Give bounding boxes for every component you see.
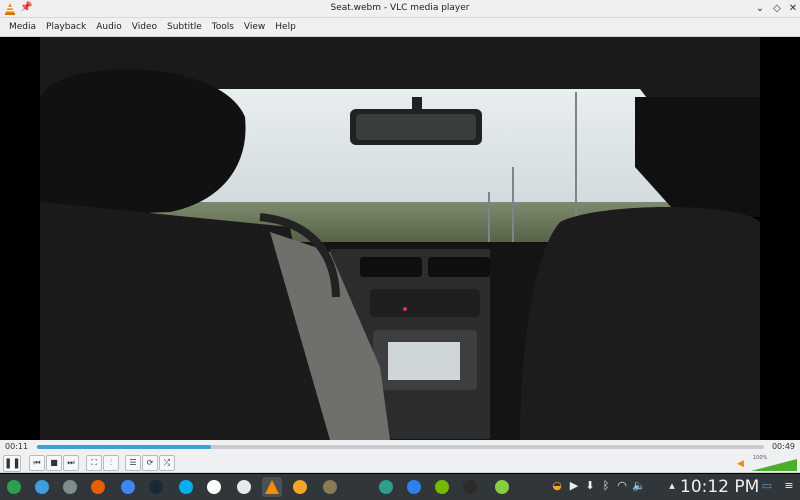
menu-media[interactable]: Media (4, 22, 41, 32)
video-frame (0, 37, 800, 440)
total-time: 00:49 (771, 442, 795, 451)
close-icon[interactable]: ✕ (785, 1, 800, 17)
weather-icon[interactable]: ◒ (550, 479, 564, 493)
volume-control[interactable]: ◀ 100% (737, 455, 799, 472)
video-display[interactable] (0, 37, 800, 440)
menu-playback[interactable]: Playback (41, 22, 91, 32)
menu-icon[interactable]: ≡ (782, 479, 796, 493)
bluetooth-icon[interactable]: ᛒ (599, 479, 613, 493)
desktop-icon[interactable]: ▭ (760, 479, 774, 493)
previous-icon[interactable]: ⏮ (29, 455, 45, 471)
nvidia-icon[interactable] (432, 477, 452, 497)
clock[interactable]: 10:12 PM (680, 477, 759, 497)
terminal-icon[interactable] (460, 477, 480, 497)
download-icon[interactable]: ⬇ (583, 479, 597, 493)
shuffle-icon[interactable]: ⤮ (159, 455, 175, 471)
mint-icon[interactable] (492, 477, 512, 497)
menu-video[interactable]: Video (127, 22, 162, 32)
menu-view[interactable]: View (239, 22, 270, 32)
speaker-icon[interactable]: ◀ (737, 459, 744, 469)
playlist-icon[interactable]: ☰ (125, 455, 141, 471)
files-icon[interactable] (60, 477, 80, 497)
volume-slider[interactable] (751, 458, 797, 472)
document-blocked-icon[interactable] (234, 477, 254, 497)
wifi-icon[interactable]: ◠ (615, 479, 629, 493)
document-icon[interactable] (204, 477, 224, 497)
minimize-icon[interactable]: ⌄ (752, 1, 768, 17)
menu-subtitle[interactable]: Subtitle (162, 22, 207, 32)
taskbar: ◒ ▶ ⬇ ᛒ ◠ 🔈 ▴ 10:12 PM ▭ ≡ (0, 474, 800, 500)
loop-icon[interactable]: ⟳ (142, 455, 158, 471)
elapsed-time: 00:11 (5, 442, 29, 451)
seek-progress (37, 445, 212, 449)
window-title: Seat.webm - VLC media player (330, 3, 470, 13)
skype-icon[interactable] (176, 477, 196, 497)
title-bar: 📌 Seat.webm - VLC media player ⌄ ◇ ✕ (0, 0, 800, 18)
fullscreen-icon[interactable]: ⛶ (86, 455, 102, 471)
vlc-icon[interactable] (262, 477, 282, 497)
pause-icon[interactable]: ❚❚ (3, 455, 21, 472)
menu-bar: Media Playback Audio Video Subtitle Tool… (0, 18, 800, 37)
maximize-icon[interactable]: ◇ (769, 1, 785, 17)
safari-icon[interactable] (404, 477, 424, 497)
volume-icon[interactable]: 🔈 (632, 479, 646, 493)
app-launcher-icon[interactable] (4, 477, 24, 497)
seek-bar-area: 00:11 00:49 (0, 440, 800, 454)
croissant-icon[interactable] (290, 477, 310, 497)
seek-slider[interactable] (37, 445, 764, 449)
menu-tools[interactable]: Tools (207, 22, 239, 32)
extended-settings-icon[interactable]: ⫶ (103, 455, 119, 471)
expand-tray-icon[interactable]: ▴ (665, 479, 679, 493)
dolphin-icon[interactable] (32, 477, 52, 497)
menu-help[interactable]: Help (270, 22, 301, 32)
stop-icon[interactable]: ■ (46, 455, 62, 471)
next-icon[interactable]: ⏭ (63, 455, 79, 471)
steam-icon[interactable] (146, 477, 166, 497)
menu-audio[interactable]: Audio (91, 22, 127, 32)
chrome-icon[interactable] (118, 477, 138, 497)
gimp-icon[interactable] (320, 477, 340, 497)
firefox-icon[interactable] (88, 477, 108, 497)
control-bar: ❚❚ ⏮ ■ ⏭ ⛶ ⫶ ☰ ⟳ ⤮ ◀ 100% (0, 454, 800, 473)
play-icon[interactable]: ▶ (567, 479, 581, 493)
inkscape-icon[interactable] (376, 477, 396, 497)
